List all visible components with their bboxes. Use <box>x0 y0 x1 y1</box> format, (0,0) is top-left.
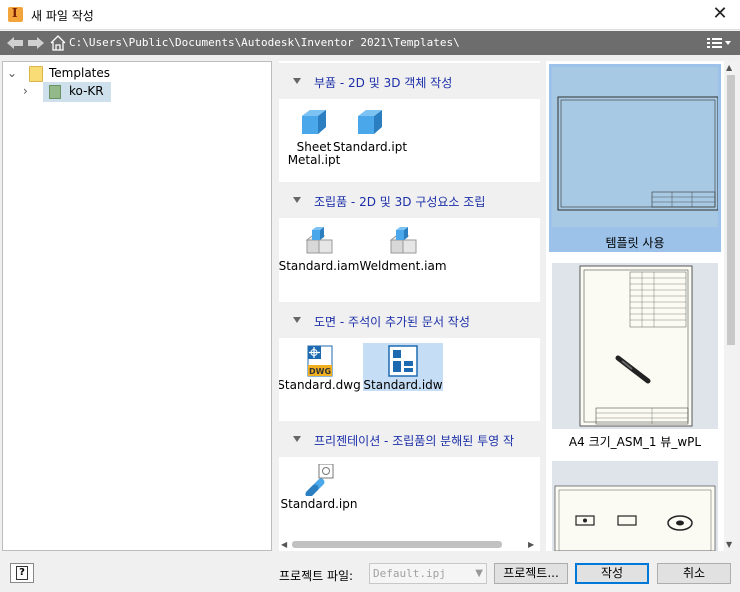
preview-template-use[interactable]: 템플릿 사용 <box>549 64 721 252</box>
file-label: Standard.idw <box>363 378 443 392</box>
dwg-drawing-icon: DWG <box>307 345 333 377</box>
section-part[interactable]: 부품 - 2D 및 3D 객체 작성 <box>279 63 540 99</box>
project-file-select[interactable]: Default.ipj ▼ <box>369 563 487 584</box>
file-standard-iam[interactable]: Standard.iam <box>279 224 359 274</box>
vertical-scrollbar[interactable]: ▲ ▼ <box>724 61 738 551</box>
window-title: 새 파일 작성 <box>31 9 94 23</box>
collapse-triangle-icon[interactable] <box>291 314 303 326</box>
part-cube-icon <box>358 110 382 134</box>
file-label: Standard.ipt <box>332 140 408 154</box>
close-button[interactable]: ✕ <box>700 0 740 30</box>
help-button[interactable]: ? <box>10 563 34 583</box>
a4-drawing-thumbnail <box>552 263 718 429</box>
dwg-badge-text: DWG <box>309 367 331 376</box>
section-drawing[interactable]: 도면 - 주석이 추가된 문서 작성 <box>279 302 540 338</box>
section-title: 프리젠테이션 - 조립품의 분해된 투영 작 <box>314 434 515 448</box>
preview-caption: 템플릿 사용 <box>605 236 665 250</box>
preview-caption: A4 크기_ASM_1 뷰_wPL <box>568 435 702 449</box>
scroll-thumb[interactable] <box>292 541 502 548</box>
tree-item-label: ko-KR <box>69 84 104 98</box>
file-standard-dwg[interactable]: DWG Standard.dwg <box>279 343 361 393</box>
assembly-icon <box>389 227 417 254</box>
section-title: 부품 - 2D 및 3D 객체 작성 <box>314 76 453 90</box>
section-title: 조립품 - 2D 및 3D 구성요소 조립 <box>314 195 486 209</box>
language-folder-icon <box>49 85 61 99</box>
projects-button[interactable]: 프로젝트... <box>494 563 568 584</box>
file-label: Standard.ipn <box>280 497 358 511</box>
file-standard-idw[interactable]: Standard.idw <box>363 343 443 393</box>
tree-item-label: Templates <box>49 66 111 80</box>
tree-item-selection: ko-KR <box>43 82 111 102</box>
scroll-down-icon[interactable]: ▼ <box>726 540 732 549</box>
collapsed-chevron-icon[interactable]: › <box>23 84 35 98</box>
cancel-button[interactable]: 취소 <box>657 563 731 584</box>
scroll-up-icon[interactable]: ▲ <box>726 63 732 72</box>
horizontal-scrollbar[interactable]: ◀ ▶ <box>279 537 540 551</box>
assembly-icon <box>305 227 333 254</box>
section-presentation[interactable]: 프리젠테이션 - 조립품의 분해된 투영 작 <box>279 421 540 457</box>
collapse-triangle-icon[interactable] <box>291 194 303 206</box>
idw-drawing-icon <box>388 345 418 377</box>
file-label: Weldment.iam <box>359 259 447 273</box>
file-label-line2: Metal.ipt <box>287 153 341 167</box>
file-label: Standard.iam <box>279 259 360 273</box>
home-icon[interactable] <box>50 35 66 51</box>
scroll-thumb[interactable] <box>727 75 735 345</box>
presentation-icon <box>305 464 334 496</box>
create-button[interactable]: 작성 <box>575 563 649 584</box>
file-label: Standard.dwg <box>279 378 361 392</box>
collapse-triangle-icon[interactable] <box>291 433 303 445</box>
collapse-triangle-icon[interactable] <box>291 75 303 87</box>
template-list: 부품 - 2D 및 3D 객체 작성 Sheet Metal.ipt Standa… <box>279 61 540 551</box>
part-cube-icon <box>302 110 326 134</box>
chevron-down-icon: ▼ <box>475 568 483 579</box>
section-title: 도면 - 주석이 추가된 문서 작성 <box>314 315 470 329</box>
preview-a4-asm[interactable]: A4 크기_ASM_1 뷰_wPL <box>549 263 721 453</box>
view-options-icon[interactable] <box>706 35 732 51</box>
back-arrow-icon[interactable] <box>6 35 24 51</box>
expanded-chevron-icon[interactable]: ⌄ <box>7 66 19 80</box>
third-drawing-thumbnail <box>552 461 718 551</box>
path-bar: C:\Users\Public\Documents\Autodesk\Inven… <box>0 31 740 55</box>
folder-icon <box>29 66 43 82</box>
file-weldment-iam[interactable]: Weldment.iam <box>359 224 447 274</box>
folder-tree: ⌄ Templates › ko-KR <box>2 61 272 551</box>
help-icon: ? <box>16 566 28 580</box>
file-standard-ipn[interactable]: Standard.ipn <box>279 462 359 512</box>
forward-arrow-icon[interactable] <box>27 35 45 51</box>
project-file-label: 프로젝트 파일: <box>279 569 354 583</box>
section-assembly[interactable]: 조립품 - 2D 및 3D 구성요소 조립 <box>279 182 540 218</box>
new-file-dialog: 새 파일 작성 ✕ C:\Users\Public\Documents\Auto… <box>0 0 740 592</box>
scroll-left-icon[interactable]: ◀ <box>281 540 291 550</box>
preview-third-template[interactable] <box>549 461 721 551</box>
path-text: C:\Users\Public\Documents\Autodesk\Inven… <box>69 36 460 49</box>
scroll-right-icon[interactable]: ▶ <box>528 540 538 550</box>
preview-panel: 템플릿 사용 A4 크기_ASM_1 뷰_wPL ▲ ▼ <box>546 61 738 551</box>
inventor-app-icon <box>8 6 23 22</box>
title-bar: 새 파일 작성 ✕ <box>0 0 740 30</box>
template-drawing-thumbnail <box>552 67 718 227</box>
file-standard-ipt[interactable]: Standard.ipt <box>330 105 410 155</box>
project-file-value: Default.ipj <box>373 567 446 580</box>
